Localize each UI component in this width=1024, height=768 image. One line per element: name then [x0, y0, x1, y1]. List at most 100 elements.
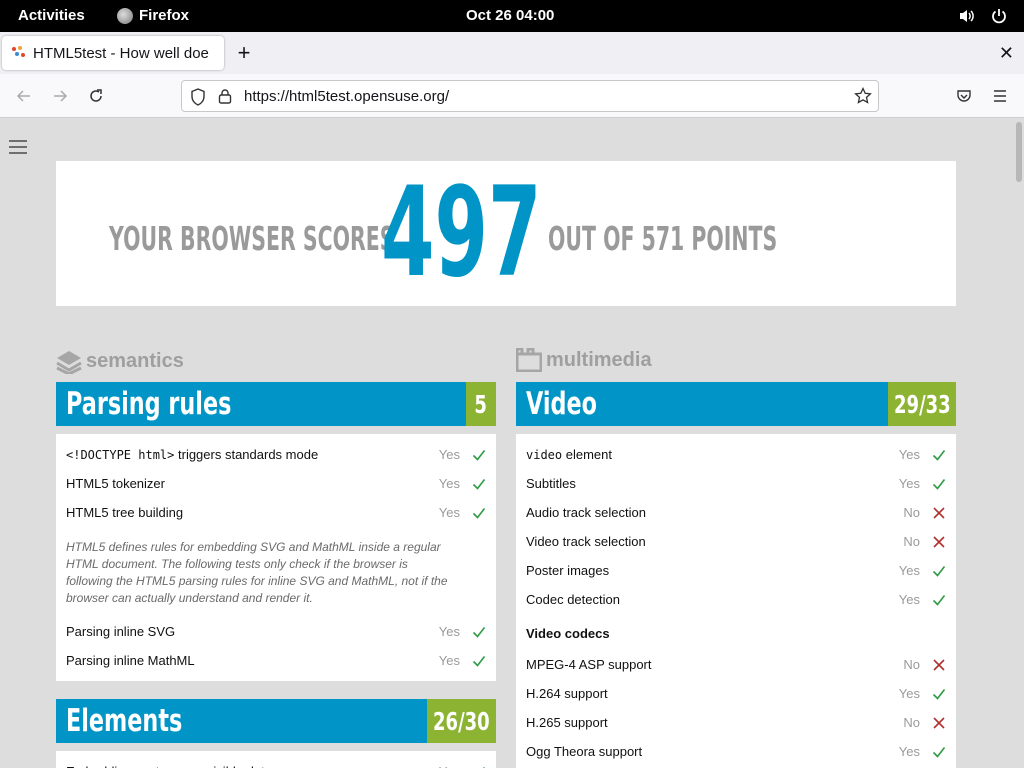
category-multimedia: multimedia [516, 348, 652, 372]
test-row: Subtitles Yes [516, 469, 956, 498]
score-suffix: OUT OF 571 POINTS [548, 219, 778, 258]
close-window-icon[interactable]: ✕ [999, 43, 1014, 64]
section-score: 26/30 [427, 699, 496, 743]
section-title: Elements [66, 703, 183, 739]
check-icon [932, 479, 946, 490]
activities-button[interactable]: Activities [18, 7, 85, 24]
section-score: 5 [466, 382, 496, 426]
section-video: Video 29/33 video element Yes Subtitles Y… [516, 382, 956, 768]
hamburger-menu-icon [994, 90, 1006, 102]
score-banner: YOUR BROWSER SCORES 497 OUT OF 571 POINT… [56, 161, 956, 306]
test-label-code: video [526, 448, 563, 462]
tab-html5test[interactable]: HTML5test - How well does your browser s… [2, 36, 224, 70]
site-menu-icon[interactable] [9, 140, 27, 158]
section-body: <!DOCTYPE html> triggers standards mode … [56, 434, 496, 681]
test-result: Yes [898, 592, 920, 607]
section-header[interactable]: Video 29/33 [516, 382, 956, 426]
test-label: Poster images [526, 563, 610, 578]
app-menu[interactable]: Firefox [117, 7, 189, 24]
app-name: Firefox [139, 7, 190, 24]
test-row: Poster images Yes [516, 556, 956, 585]
test-result: Yes [438, 505, 460, 520]
test-row: Parsing inline SVG Yes [56, 617, 496, 646]
cross-icon [933, 507, 945, 519]
test-label: Parsing inline SVG [66, 624, 176, 639]
system-top-bar: Activities Firefox Oct 26 04:00 [0, 0, 1024, 32]
check-icon [932, 566, 946, 577]
test-row: Video track selection No [516, 527, 956, 556]
pocket-icon [957, 90, 971, 102]
test-label: H.264 support [526, 686, 608, 701]
category-multimedia-label: multimedia [546, 348, 652, 371]
score-prefix: YOUR BROWSER SCORES [109, 219, 395, 258]
test-label: Ogg Theora support [526, 744, 643, 759]
forward-button[interactable] [50, 86, 70, 106]
url-text[interactable]: https://html5test.opensuse.org/ [244, 88, 449, 105]
tab-bar: HTML5test - How well does your browser s… [0, 32, 1024, 74]
test-row: H.264 support Yes [516, 679, 956, 708]
page-scrollbar[interactable] [1016, 122, 1022, 182]
lock-icon[interactable] [218, 88, 232, 109]
test-row: Parsing inline MathML Yes [56, 646, 496, 675]
back-button[interactable] [14, 86, 34, 106]
cross-icon [933, 659, 945, 671]
test-result: Yes [439, 764, 460, 768]
check-icon [472, 508, 486, 519]
test-label: Subtitles [526, 476, 576, 491]
test-result: No [903, 505, 920, 520]
section-parsing-rules: Parsing rules 5 <!DOCTYPE html> triggers… [56, 382, 496, 681]
test-label: HTML5 tokenizer [66, 476, 165, 491]
section-score: 29/33 [888, 382, 956, 426]
section-body: Embedding custom non-visible data Yes [56, 751, 496, 768]
bookmark-star-icon[interactable] [854, 86, 872, 110]
test-row: H.265 support No [516, 708, 956, 737]
power-icon[interactable] [990, 7, 1008, 25]
back-arrow-icon [16, 90, 30, 102]
test-result: Yes [438, 653, 460, 668]
app-menu-button[interactable] [990, 86, 1010, 106]
category-semantics-label: semantics [86, 349, 184, 372]
check-icon [472, 450, 486, 461]
new-tab-button[interactable]: + [234, 42, 254, 64]
test-result: Yes [898, 447, 920, 462]
section-header[interactable]: Parsing rules 5 [56, 382, 496, 426]
cross-icon [933, 536, 945, 548]
section-title: Parsing rules [66, 386, 232, 422]
test-label: Embedding custom non-visible data [66, 764, 272, 768]
section-title: Video [526, 386, 597, 422]
pocket-button[interactable] [954, 86, 974, 106]
check-icon [932, 450, 946, 461]
cross-icon [933, 717, 945, 729]
test-result: Yes [438, 447, 460, 462]
test-row: video element Yes [516, 440, 956, 469]
test-result: No [903, 534, 920, 549]
test-label: element [565, 447, 612, 462]
reload-icon [90, 89, 102, 102]
check-icon [472, 656, 486, 667]
test-label: triggers standards mode [178, 447, 319, 462]
page-content: YOUR BROWSER SCORES 497 OUT OF 571 POINT… [0, 118, 1024, 768]
check-icon [472, 627, 486, 638]
check-icon [932, 595, 946, 606]
volume-icon[interactable] [958, 7, 976, 25]
video-codecs-heading: Video codecs [526, 626, 610, 641]
test-label: Audio track selection [526, 505, 646, 520]
reload-button[interactable] [86, 86, 106, 106]
test-label: Parsing inline MathML [66, 653, 195, 668]
section-header[interactable]: Elements 26/30 [56, 699, 496, 743]
test-label: MPEG-4 ASP support [526, 657, 652, 672]
score-value: 497 [381, 161, 542, 305]
navigation-toolbar: https://html5test.opensuse.org/ [0, 74, 1024, 118]
semantics-layers-icon [56, 351, 82, 374]
clock[interactable]: Oct 26 04:00 [466, 7, 554, 24]
test-result: Yes [898, 686, 920, 701]
firefox-icon [117, 7, 133, 24]
tracking-protection-shield-icon[interactable] [190, 88, 206, 111]
test-result: Yes [438, 624, 460, 639]
address-bar[interactable]: https://html5test.opensuse.org/ [181, 80, 879, 112]
check-icon [472, 479, 486, 490]
test-row: Embedding custom non-visible data Yes [56, 757, 496, 768]
test-row: <!DOCTYPE html> triggers standards mode … [56, 440, 496, 469]
tab-title: HTML5test - How well does your browser s… [33, 44, 209, 62]
parsing-note: HTML5 defines rules for embedding SVG an… [66, 540, 448, 605]
